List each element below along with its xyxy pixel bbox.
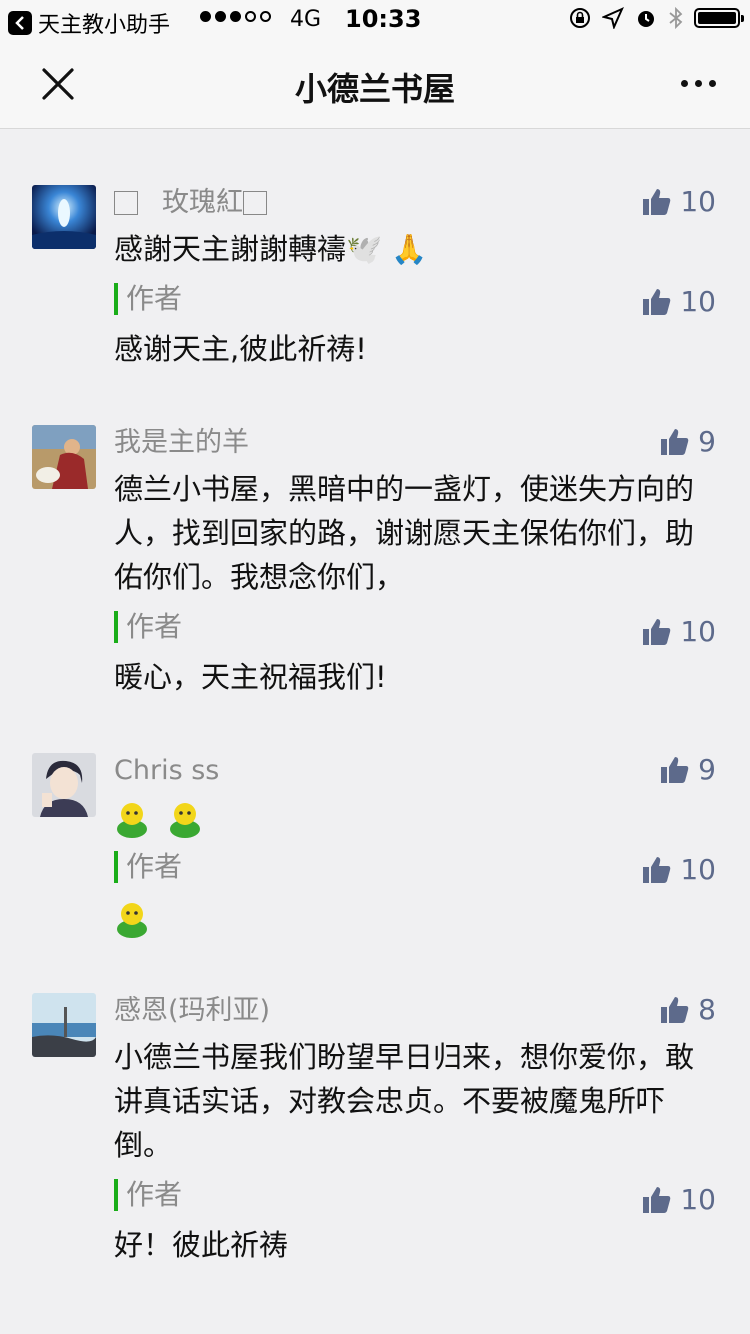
comment-item: 10 玫瑰紅 感謝天主謝謝轉禱🕊️ 🙏 作者 10 感谢天主,彼此祈祷! <box>0 129 750 371</box>
more-options-icon[interactable] <box>681 80 716 87</box>
thumbs-up-icon <box>643 856 671 883</box>
bluetooth-icon <box>669 6 683 30</box>
avatar[interactable] <box>32 425 96 489</box>
like-count: 9 <box>698 425 716 458</box>
back-to-app-button[interactable]: 天主教小助手 <box>8 7 170 39</box>
back-app-label: 天主教小助手 <box>38 13 171 38</box>
like-button[interactable]: 10 <box>642 185 716 218</box>
author-reply-label: 作者 <box>114 283 716 315</box>
avatar[interactable] <box>32 993 96 1057</box>
nav-bar: 小德兰书屋 <box>0 40 750 129</box>
commenter-name: Chris ss <box>114 755 220 786</box>
thumbs-up-icon <box>643 288 671 315</box>
like-count: 10 <box>680 285 716 318</box>
location-arrow-icon <box>602 7 624 29</box>
avatar[interactable] <box>32 185 96 249</box>
rotation-lock-icon <box>570 8 590 28</box>
status-bar: 天主教小助手 4G 10:33 <box>0 0 750 40</box>
comment-item: 9 Chris ss 作者 10 <box>0 699 750 939</box>
missing-glyph-box <box>243 191 267 215</box>
commenter-name: 玫瑰紅 <box>114 183 716 223</box>
smiley-emoji-icon <box>117 803 147 838</box>
like-count: 10 <box>680 1183 716 1216</box>
page-title: 小德兰书屋 <box>294 70 455 108</box>
commenter-name: 感恩(玛利亚) <box>114 995 271 1026</box>
comment-text <box>114 795 716 839</box>
thumbs-up-icon <box>643 188 671 215</box>
like-count: 8 <box>698 993 716 1026</box>
author-reply-text: 暖心，天主祝福我们! <box>114 660 387 694</box>
thumbs-up-icon <box>643 618 671 645</box>
comment-text: 德兰小书屋，黑暗中的一盏灯，使迷失方向的人，找到回家的路，谢谢愿天主保佑你们，助… <box>114 472 695 594</box>
like-count: 10 <box>680 853 716 886</box>
comment-list: 10 玫瑰紅 感謝天主謝謝轉禱🕊️ 🙏 作者 10 感谢天主,彼此祈祷! 9 我… <box>0 129 750 1267</box>
author-reply-label: 作者 <box>114 851 716 883</box>
author-reply-label: 作者 <box>114 1179 716 1211</box>
like-count: 10 <box>680 615 716 648</box>
alarm-icon <box>638 11 654 27</box>
reply-like-button[interactable]: 10 <box>642 853 716 886</box>
battery-icon <box>694 8 744 28</box>
like-count: 10 <box>680 185 716 218</box>
reply-like-button[interactable]: 10 <box>642 615 716 648</box>
network-type: 4G <box>290 7 322 32</box>
like-button[interactable]: 8 <box>660 993 716 1026</box>
reply-like-button[interactable]: 10 <box>642 285 716 318</box>
smiley-emoji-icon <box>170 803 201 838</box>
commenter-name: 我是主的羊 <box>114 427 249 458</box>
missing-glyph-box <box>114 191 138 215</box>
thumbs-up-icon <box>661 996 689 1023</box>
comment-item: 8 感恩(玛利亚) 小德兰书屋我们盼望早日归来，想你爱你，敢讲真话实话，对教会忠… <box>0 939 750 1267</box>
comment-item: 9 我是主的羊 德兰小书屋，黑暗中的一盏灯，使迷失方向的人，找到回家的路，谢谢愿… <box>0 371 750 699</box>
author-reply-text: 好！彼此祈祷 <box>114 1228 289 1262</box>
comment-text: 感謝天主謝謝轉禱🕊️ 🙏 <box>114 232 428 266</box>
smiley-emoji-icon <box>117 903 147 938</box>
clock: 10:33 <box>345 5 422 33</box>
thumbs-up-icon <box>661 756 689 783</box>
avatar[interactable] <box>32 753 96 817</box>
comment-text: 小德兰书屋我们盼望早日归来，想你爱你，敢讲真话实话，对教会忠贞。不要被魔鬼所吓倒… <box>114 1040 695 1162</box>
author-reply-label: 作者 <box>114 611 716 643</box>
signal-strength-icon <box>200 11 271 22</box>
thumbs-up-icon <box>661 428 689 455</box>
like-button[interactable]: 9 <box>660 753 716 786</box>
like-count: 9 <box>698 753 716 786</box>
reply-like-button[interactable]: 10 <box>642 1183 716 1216</box>
author-reply-text: 感谢天主,彼此祈祷! <box>114 332 367 366</box>
author-reply-text <box>114 895 716 939</box>
thumbs-up-icon <box>643 1186 671 1213</box>
like-button[interactable]: 9 <box>660 425 716 458</box>
chevron-left-icon <box>8 11 32 35</box>
status-icons <box>568 6 744 30</box>
